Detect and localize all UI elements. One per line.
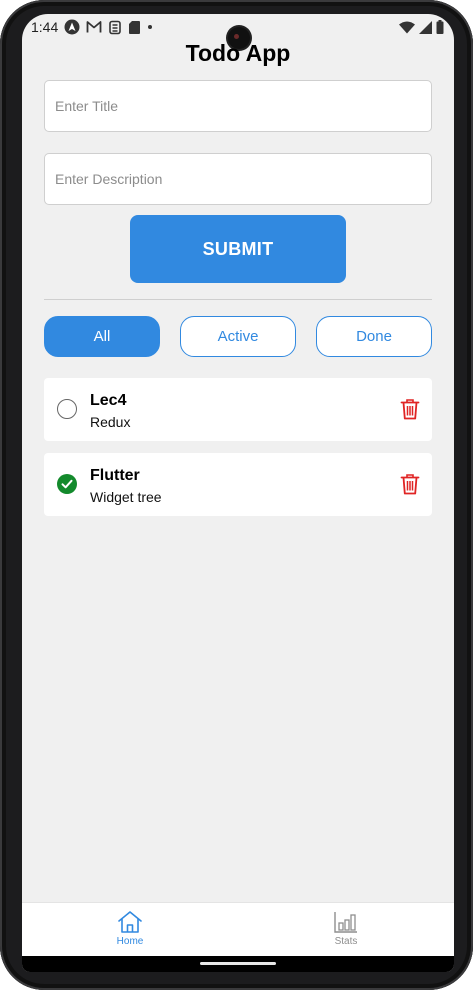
todo-title: Flutter bbox=[90, 467, 140, 484]
todo-item: Flutter Widget tree bbox=[44, 453, 432, 516]
app-screen: 1:44 Todo App SUBMIT All Active Done Lec… bbox=[22, 14, 454, 972]
todo-title: Lec4 bbox=[90, 392, 127, 409]
todo-description: Widget tree bbox=[90, 489, 162, 505]
description-input[interactable] bbox=[44, 153, 432, 205]
home-indicator[interactable] bbox=[200, 962, 276, 965]
dot-icon bbox=[148, 25, 153, 29]
android-auto-icon bbox=[64, 19, 80, 35]
home-icon bbox=[118, 911, 142, 933]
title-input[interactable] bbox=[44, 80, 432, 132]
submit-button[interactable]: SUBMIT bbox=[130, 215, 346, 283]
keyboard-icon bbox=[109, 20, 122, 34]
gmail-icon bbox=[86, 21, 102, 33]
bottom-tab-bar: Home Stats bbox=[22, 902, 454, 956]
filter-active-button[interactable]: Active bbox=[180, 316, 296, 357]
stats-icon bbox=[334, 912, 357, 933]
filter-done-button[interactable]: Done bbox=[316, 316, 432, 357]
wifi-icon bbox=[399, 21, 415, 33]
todo-checkbox-unchecked-icon[interactable] bbox=[57, 399, 77, 419]
page-title: Todo App bbox=[185, 40, 291, 66]
status-time: 1:44 bbox=[31, 19, 59, 35]
status-system-icons bbox=[399, 20, 444, 34]
todo-checkbox-checked-icon[interactable] bbox=[57, 474, 77, 494]
system-navigation-bar bbox=[22, 956, 454, 972]
todo-description: Redux bbox=[90, 414, 131, 430]
tab-stats-label: Stats bbox=[334, 936, 358, 947]
divider bbox=[44, 299, 432, 300]
tab-stats[interactable]: Stats bbox=[238, 903, 454, 957]
status-notification-icons bbox=[64, 19, 153, 35]
battery-icon bbox=[436, 20, 444, 34]
trash-icon[interactable] bbox=[400, 398, 420, 420]
todo-item: Lec4 Redux bbox=[44, 378, 432, 441]
tab-home[interactable]: Home bbox=[22, 903, 238, 957]
filter-all-button[interactable]: All bbox=[44, 316, 160, 357]
signal-icon bbox=[419, 20, 432, 34]
trash-icon[interactable] bbox=[400, 473, 420, 495]
sd-card-icon bbox=[129, 20, 141, 34]
tab-home-label: Home bbox=[116, 936, 144, 947]
